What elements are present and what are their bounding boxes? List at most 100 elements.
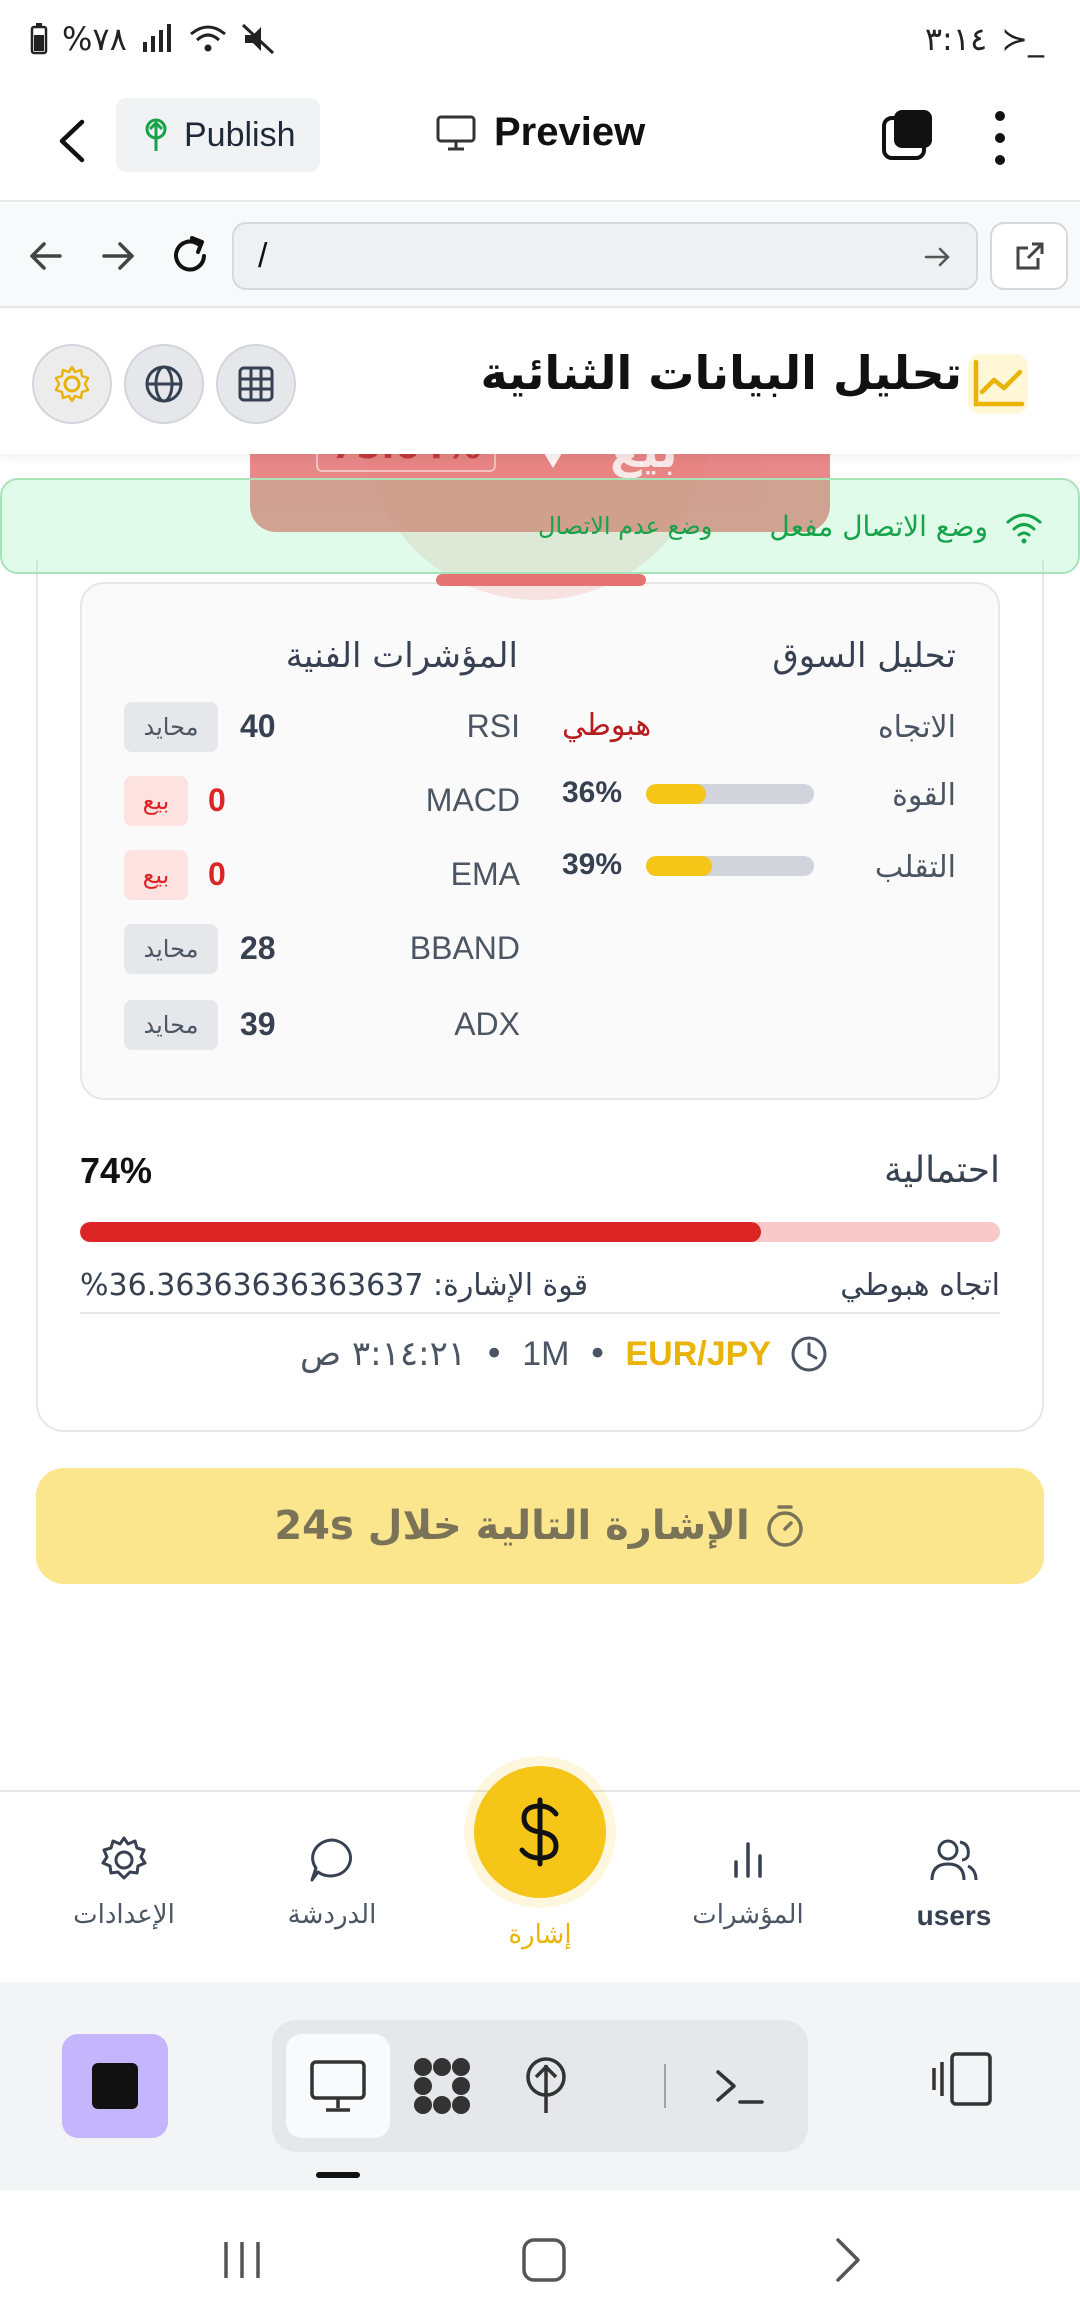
publish-button[interactable]: Publish (116, 98, 320, 172)
chat-bubble-icon (310, 1838, 352, 1882)
external-link-icon (1016, 242, 1044, 270)
strength-label: القوة (892, 778, 956, 813)
puzzle-grid-icon (414, 2058, 470, 2114)
deploy-tool-button[interactable] (494, 2034, 598, 2138)
nav-signal-label[interactable]: إشارة (490, 1920, 590, 1950)
signal-strength-text: قوة الإشارة: 36.36363636363637% (80, 1268, 589, 1303)
indicator-name: RSI (466, 708, 520, 744)
volatility-label: التقلب (874, 850, 956, 885)
url-go-arrow-icon[interactable] (920, 240, 954, 274)
home-icon[interactable] (514, 2230, 574, 2290)
probability-bar (80, 1222, 1000, 1242)
monitor-icon (436, 115, 476, 150)
indicator-name: ADX (454, 1006, 520, 1042)
browser-forward-icon[interactable] (94, 232, 142, 280)
stop-button[interactable] (62, 2034, 168, 2138)
status-right: ٣:١٤ ≻_ (925, 20, 1044, 58)
battery-percent: %٧٨ (62, 20, 127, 58)
nav-chat-label: الدردشة (287, 1900, 377, 1930)
strength-bar-fill (646, 784, 707, 804)
line-chart-icon (973, 359, 1025, 407)
connection-banner: وضع الاتصال مفعل وضع عدم الاتصال (0, 478, 1080, 574)
grid-icon (238, 366, 274, 402)
timer-icon (766, 1505, 803, 1547)
nav-indicators-label: المؤشرات (692, 1900, 804, 1930)
publish-label: Publish (184, 115, 296, 154)
more-vertical-icon[interactable] (980, 106, 1020, 170)
probability-bar-fill (80, 1222, 761, 1242)
nav-chat[interactable]: الدردشة (242, 1832, 422, 1930)
indicator-badge: بيع (124, 776, 188, 826)
dot-separator: • (587, 1334, 608, 1374)
indicator-value: 28 (240, 930, 276, 966)
signal-meta: ٣:١٤:٢١ ص • 1M • EUR/JPY (300, 1334, 829, 1374)
chart-logo (968, 354, 1028, 414)
tool-group (272, 2020, 808, 2152)
indicator-name: BBAND (409, 930, 520, 966)
browser-bar: / (0, 204, 1080, 308)
market-analysis-title: تحليل السوق (772, 636, 956, 676)
next-signal-text: الإشارة التالية خلال 24s (274, 1503, 750, 1549)
nav-users-label: users (916, 1900, 992, 1931)
trend-value: هبوطي (562, 708, 652, 743)
system-nav-bar (0, 2190, 1080, 2316)
panel-layout-icon[interactable] (930, 2044, 1000, 2114)
page-title: تحليل البيانات الثنائية (480, 346, 962, 400)
dollar-icon (519, 1797, 559, 1867)
mute-icon (241, 23, 274, 55)
url-input[interactable]: / (232, 222, 978, 290)
indicator-badge: محايد (124, 702, 218, 752)
gear-icon (54, 365, 90, 403)
preview-label: Preview (494, 110, 646, 154)
stop-icon (92, 2063, 138, 2109)
clock: ٣:١٤ (924, 20, 988, 58)
probability-value: 74% (80, 1150, 153, 1191)
monitor-tool-icon (310, 2060, 366, 2112)
timeframe: 1M (522, 1334, 570, 1373)
console-tool-button[interactable] (688, 2034, 792, 2138)
trend-label: الاتجاه (877, 710, 956, 745)
nav-indicators[interactable]: المؤشرات (658, 1832, 838, 1930)
publish-icon (145, 118, 167, 151)
indicator-value: 39 (240, 1006, 276, 1042)
tabs-icon[interactable] (878, 106, 938, 166)
popup-ghost-bar (436, 574, 646, 586)
signal-fab-button[interactable] (474, 1766, 606, 1898)
browser-back-icon[interactable] (22, 232, 70, 280)
bar-chart-icon (734, 1842, 762, 1878)
status-left: %٧٨ (30, 20, 275, 58)
trend-direction-text: اتجاه هبوطي (840, 1268, 1000, 1303)
open-external-button[interactable] (990, 222, 1068, 290)
globe-icon (145, 365, 183, 403)
strength-percent: 36% (562, 776, 623, 809)
currency-pair: EUR/JPY (625, 1334, 772, 1373)
users-icon (930, 1839, 978, 1881)
divider (80, 1312, 1000, 1314)
nav-settings[interactable]: الإعدادات (34, 1832, 214, 1930)
indicator-value: 40 (240, 708, 276, 744)
indicator-badge: بيع (124, 850, 188, 900)
deploy-icon (526, 2057, 566, 2113)
back-arrow-icon[interactable] (48, 114, 98, 168)
reload-icon[interactable] (166, 232, 214, 280)
indicator-badge: محايد (124, 924, 218, 974)
extensions-tool-button[interactable] (390, 2034, 494, 2138)
offline-mode-text[interactable]: وضع عدم الاتصال (538, 512, 712, 540)
wifi-status-icon (189, 25, 226, 52)
recent-apps-icon[interactable] (212, 2230, 272, 2290)
online-mode-text: وضع الاتصال مفعل (769, 510, 988, 543)
next-signal-timer: الإشارة التالية خلال 24s (36, 1468, 1044, 1584)
settings-button[interactable] (32, 344, 112, 424)
nav-settings-label: الإعدادات (73, 1900, 175, 1930)
signal-icon (142, 24, 171, 52)
grid-view-button[interactable] (216, 344, 296, 424)
language-button[interactable] (124, 344, 204, 424)
active-tool-indicator (316, 2172, 360, 2178)
preview-tab[interactable]: Preview (436, 110, 645, 155)
back-nav-icon[interactable] (816, 2230, 876, 2290)
preview-tool-button[interactable] (286, 2034, 390, 2138)
volatility-bar (646, 856, 814, 876)
indicator-value: 0 (208, 782, 226, 818)
volatility-percent: 39% (562, 848, 623, 881)
nav-users[interactable]: users (864, 1832, 1044, 1932)
